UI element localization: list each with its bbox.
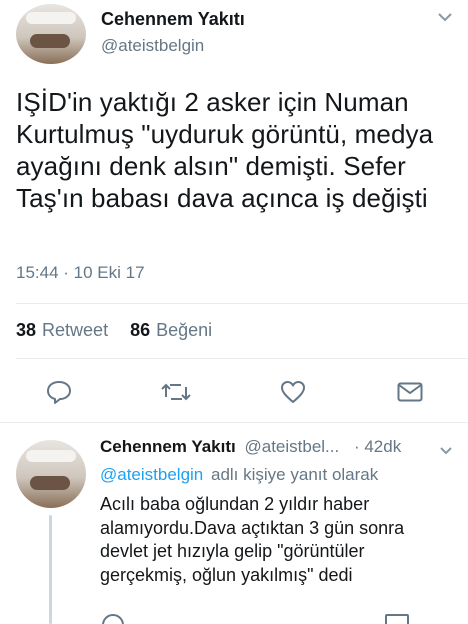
tweet-stats: 38 Retweet 86 Beğeni — [16, 320, 212, 341]
like-count[interactable]: 86 — [130, 320, 150, 341]
retweet-icon[interactable] — [160, 379, 192, 405]
reply-to-text: adlı kişiye yanıt olarak — [211, 465, 379, 484]
reply-context: @ateistbelgin adlı kişiye yanıt olarak — [100, 465, 378, 485]
retweet-count[interactable]: 38 — [16, 320, 36, 341]
reply-text: Acılı baba oğlundan 2 yıldır haber alamı… — [100, 494, 405, 585]
reply-handle[interactable]: @ateistbel... — [244, 437, 339, 456]
reply-envelope-icon[interactable] — [385, 614, 409, 624]
avatar[interactable] — [16, 4, 86, 64]
reply-reply-icon[interactable] — [102, 614, 124, 624]
handle[interactable]: @ateistbelgin — [101, 36, 204, 56]
timestamp[interactable]: 15:44 · 10 Eki 17 — [16, 263, 145, 283]
envelope-icon[interactable] — [395, 379, 425, 405]
reply-header: Cehennem Yakıtı @ateistbel... · 42dk — [100, 437, 401, 457]
divider — [16, 303, 468, 304]
chevron-down-icon[interactable] — [435, 10, 455, 24]
display-name[interactable]: Cehennem Yakıtı — [101, 9, 245, 30]
section-divider — [0, 422, 468, 423]
reply-age[interactable]: · 42dk — [354, 437, 401, 456]
reply-avatar[interactable] — [16, 440, 86, 508]
reply-action-bar — [100, 614, 420, 624]
reply-icon[interactable] — [44, 378, 74, 406]
like-label[interactable]: Beğeni — [156, 320, 212, 341]
tweet-text: IŞİD'in yaktığı 2 asker için Numan Kurtu… — [16, 87, 434, 213]
retweet-label[interactable]: Retweet — [42, 320, 108, 341]
reply-chevron-down-icon[interactable] — [437, 445, 455, 457]
reply-to-handle-link[interactable]: @ateistbelgin — [100, 465, 203, 484]
heart-icon[interactable] — [278, 378, 308, 406]
thread-line — [49, 515, 52, 624]
reply-display-name[interactable]: Cehennem Yakıtı — [100, 437, 236, 456]
divider — [16, 358, 468, 359]
